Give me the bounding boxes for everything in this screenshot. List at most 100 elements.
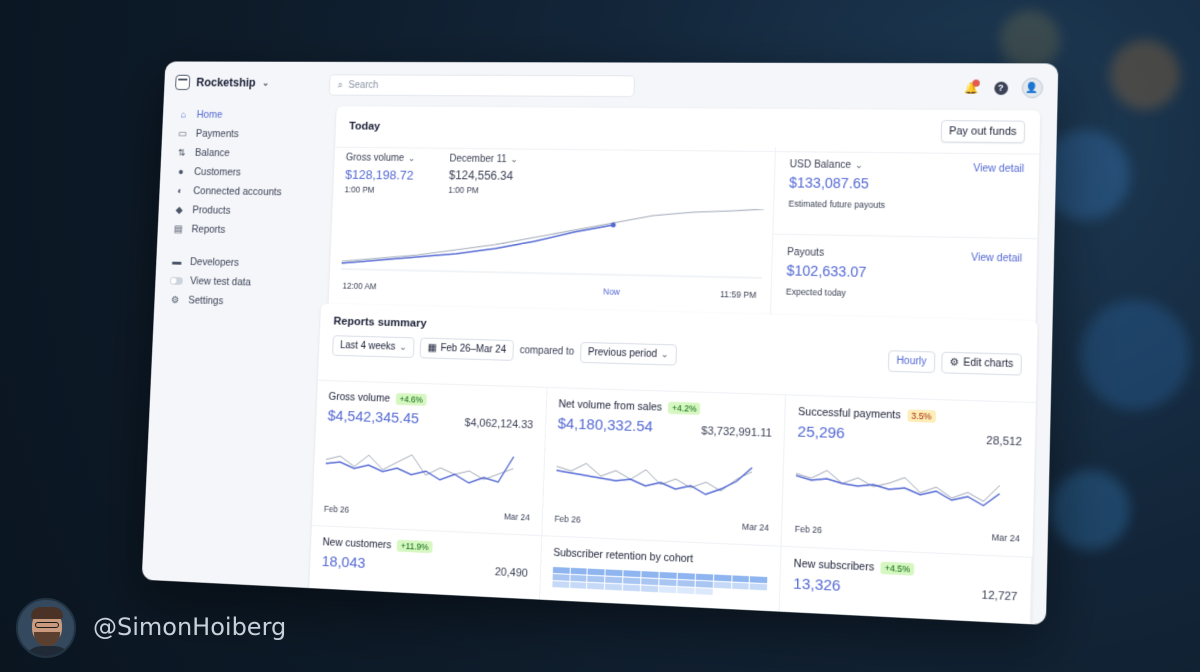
sidebar-item-settings[interactable]: ⚙ Settings [165,290,306,313]
tile-values: 18,043 20,490 [321,553,528,580]
cohort-cell [641,585,659,593]
chevron-down-icon: ⌄ [261,77,270,88]
avatar-glasses [35,622,59,628]
cohort-cell [731,582,750,590]
tile-compare-value: 28,512 [986,434,1023,449]
cohort-cell [731,589,749,597]
tile-title-row: Gross volume +4.6% [328,391,534,410]
sidebar-item-products[interactable]: ◆ Products [169,200,309,221]
date-range-picker[interactable]: ▦ Feb 26–Mar 24 [419,337,515,361]
tile-sparkline [555,454,757,510]
scene: Rocketship ⌄ ⌂ Home ▭ Payments ⇅ Balance… [0,0,1200,672]
author-avatar [16,598,76,658]
cohort-cell [750,576,768,584]
gross-volume-tile[interactable]: Gross volume +4.6% $4,542,345.45 $4,062,… [311,379,548,536]
cohort-cell [570,567,588,575]
chevron-down-icon: ⌄ [660,349,669,360]
tile-title: Subscriber retention by cohort [552,546,694,566]
successful-payments-tile[interactable]: Successful payments 3.5% 25,296 28,512 F… [781,394,1036,557]
sidebar-item-balance[interactable]: ⇅ Balance [172,143,312,164]
help-button[interactable]: ? [992,80,1009,96]
new-subscribers-tile[interactable]: New subscribers +4.5% 13,326 12,727 [779,545,1033,626]
compare-metric: December 11 ⌄ $124,556.34 1:00 PM [448,154,518,197]
gear-icon: ⚙ [170,294,180,306]
period-dropdown[interactable]: Previous period ⌄ [579,341,677,366]
cohort-cell [659,571,677,579]
home-icon: ⌂ [180,109,187,120]
tile-sparkline [325,446,519,501]
tile-title: Net volume from sales [558,398,663,414]
cohort-cell [552,566,570,574]
sidebar-item-label: Products [192,204,231,217]
cohort-heatmap [551,566,768,598]
tile-title: New subscribers [793,557,875,574]
notification-badge [972,79,980,87]
dashboard-window: Rocketship ⌄ ⌂ Home ▭ Payments ⇅ Balance… [141,61,1059,626]
sidebar-item-home[interactable]: ⌂ Home [173,105,313,125]
cohort-cell [641,571,659,579]
calendar-icon: ▦ [427,342,437,354]
net-volume-tile[interactable]: Net volume from sales +4.2% $4,180,332.5… [541,386,787,546]
today-metrics: Gross volume ⌄ $128,198.72 1:00 PM Decem… [344,153,762,201]
gross-volume-dropdown[interactable]: Gross volume ⌄ [346,153,416,164]
hourly-button[interactable]: Hourly [887,350,936,374]
avatar-hair [31,607,63,619]
period-label: Previous period [587,347,658,361]
notification-bell-icon[interactable]: 🔔 [963,79,980,95]
gross-volume-time: 1:00 PM [344,184,375,195]
today-line-chart [341,203,764,290]
sidebar-item-label: Home [196,109,223,121]
cohort-cell [731,575,750,583]
sidebar-item-reports[interactable]: ▤ Reports [168,219,308,241]
reports-summary-card: Reports summary Last 4 weeks ⌄ ▦ Feb 26–… [308,303,1038,626]
account-switcher[interactable]: Rocketship ⌄ [175,74,315,91]
today-chart-panel: Gross volume ⌄ $128,198.72 1:00 PM Decem… [328,142,776,321]
sidebar-item-connected-accounts[interactable]: ◐ Connected accounts [170,181,310,202]
tile-main-value: 25,296 [797,423,846,443]
toggle-icon[interactable] [169,276,183,285]
cohort-cell [569,574,587,582]
today-card: Today Pay out funds Gross volume ⌄ $128,… [328,106,1041,328]
cohort-cell [713,574,732,582]
sidebar-item-payments[interactable]: ▭ Payments [173,124,313,144]
view-detail-link[interactable]: View detail [971,252,1022,264]
subscriber-retention-tile[interactable]: Subscriber retention by cohort [539,535,782,626]
pay-out-funds-button[interactable]: Pay out funds [940,120,1026,144]
reports-grid: Gross volume +4.6% $4,542,345.45 $4,062,… [308,379,1036,626]
tile-main-value: $4,542,345.45 [327,407,420,428]
products-icon: ◆ [175,204,183,216]
cohort-cell [605,569,623,577]
cohort-cell [552,573,570,581]
delta-badge: +4.2% [667,401,701,415]
range-dropdown[interactable]: Last 4 weeks ⌄ [332,335,415,359]
payouts-sub: Expected today [785,286,847,298]
range-label: Last 4 weeks [339,340,396,353]
tile-compare-value: 12,727 [981,589,1018,604]
avatar[interactable]: 👤 [1021,77,1044,99]
axis-now: Now [602,286,621,297]
cohort-cell [677,587,695,595]
cohort-cell [749,590,768,598]
gross-volume-value: $128,198.72 [344,167,414,183]
compare-time: 1:00 PM [448,184,479,196]
edit-charts-button[interactable]: ⚙ Edit charts [940,351,1023,376]
cohort-cell [587,568,605,576]
tile-compare-value: 20,490 [494,566,529,580]
gross-volume-metric: Gross volume ⌄ $128,198.72 1:00 PM [344,153,415,196]
cohort-cell [713,581,731,589]
tile-title: New customers [322,536,392,552]
search-input[interactable]: ⌕ Search [329,75,635,97]
tile-values: 13,326 12,727 [793,575,1018,603]
usd-balance-sub: Estimated future payouts [788,198,886,211]
view-detail-link[interactable]: View detail [973,163,1024,175]
axis-end: Mar 24 [741,521,770,533]
compare-date-dropdown[interactable]: December 11 ⌄ [449,154,518,166]
date-range-label: Feb 26–Mar 24 [440,343,507,356]
chevron-down-icon: ⌄ [407,153,416,164]
tile-title: Successful payments [797,405,901,422]
new-customers-tile[interactable]: New customers +11.9% 18,043 20,490 [308,524,542,616]
sidebar-item-customers[interactable]: ● Customers [171,162,311,183]
cohort-cell [641,578,659,586]
chevron-down-icon: ⌄ [510,154,518,165]
cohort-cell [551,581,569,588]
